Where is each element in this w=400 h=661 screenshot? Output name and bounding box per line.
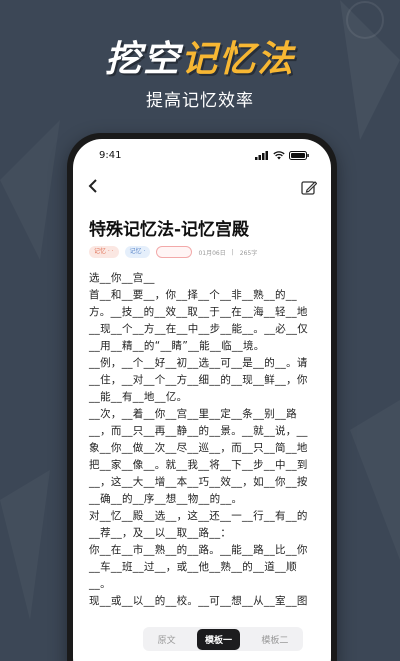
promo-subtitle: 提高记忆效率	[146, 91, 254, 111]
tab-original[interactable]: 原文	[150, 629, 184, 650]
promo-title-white: 挖空	[104, 39, 181, 80]
document-title: 特殊记忆法-记忆宫殿	[89, 220, 250, 240]
status-bar: 9:41	[73, 139, 331, 171]
paragraph: 首__和__要__，你__择__个__非__熟__的__方。__技__的__效_…	[89, 289, 308, 352]
paragraph: __次，__着__你__宫__里__定__条__别__路__，而__只__再__…	[89, 408, 308, 505]
promo-title-accent: 记忆法	[181, 39, 296, 80]
document-date: 01月06日	[198, 249, 226, 257]
signal-icon	[255, 150, 268, 160]
phone-screen: 9:41 特殊记忆法-记忆宫殿 记忆 · · 记忆 · 01月06日 | 265…	[73, 139, 331, 661]
document-body: 选__你__宫__ 首__和__要__，你__择__个__非__熟__的__方。…	[73, 264, 331, 610]
chevron-left-icon[interactable]	[87, 179, 99, 197]
tab-template-two[interactable]: 模板二	[253, 629, 296, 650]
paragraph: 选__你__宫__	[89, 272, 155, 284]
meta-row: 记忆 · · 记忆 · 01月06日 | 265字	[73, 246, 331, 264]
wifi-icon	[273, 150, 285, 159]
paragraph: 对__忆__殿__选__，这__还__一__行__有__的__荐__，及__以_…	[89, 510, 308, 539]
word-count: 265字	[239, 249, 258, 257]
paragraph: 你__在__市__熟__的__路。__能__路__比__你__车__班__过__…	[89, 544, 308, 590]
status-icons	[255, 150, 309, 160]
nav-bar	[73, 171, 331, 205]
add-tag-button[interactable]	[156, 246, 193, 258]
paragraph: __例，__个__好__初__选__可__是__的__。请__住，__对__个_…	[89, 357, 308, 403]
template-tabs: 原文 模板一 模板二	[143, 627, 303, 651]
promo-title: 挖空记忆法	[0, 30, 400, 82]
edit-icon[interactable]	[301, 180, 318, 196]
tag-item[interactable]: 记忆 ·	[124, 246, 151, 258]
battery-icon	[289, 150, 309, 160]
tag-item[interactable]: 记忆 · ·	[89, 246, 119, 258]
paragraph: 现__或__以__的__校。__可__想__从__室__图	[89, 595, 308, 607]
phone-frame: 9:41 特殊记忆法-记忆宫殿 记忆 · · 记忆 · 01月06日 | 265…	[67, 133, 337, 661]
status-time: 9:41	[99, 149, 122, 161]
tab-template-one[interactable]: 模板一	[196, 628, 240, 650]
meta-divider: |	[231, 248, 234, 256]
